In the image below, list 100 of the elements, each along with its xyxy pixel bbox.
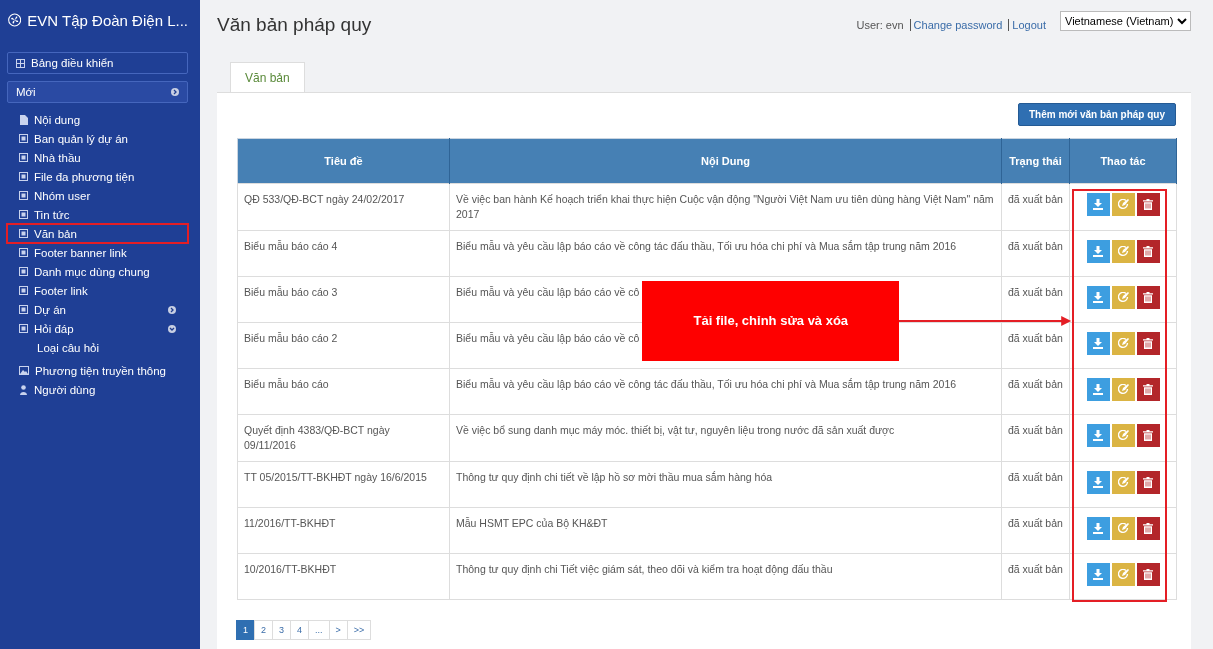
table-cell: Biểu mẫu báo cáo (237, 368, 450, 415)
sidebar-item[interactable]: Tin tức (7, 205, 188, 224)
square-icon (19, 286, 28, 295)
status-cell: đã xuất bản (1001, 230, 1070, 277)
delete-button[interactable] (1136, 471, 1160, 494)
page-link[interactable]: ... (308, 620, 330, 640)
person-icon (19, 384, 28, 395)
add-document-button[interactable]: Thêm mới văn bản pháp quy (1018, 103, 1176, 126)
trash-icon (1143, 384, 1153, 395)
edit-icon (1117, 384, 1129, 395)
square-icon (19, 191, 28, 200)
download-icon (1093, 338, 1103, 349)
column-header: Thao tác (1069, 138, 1177, 184)
edit-icon (1117, 338, 1129, 349)
sidebar-item[interactable]: Dự án (7, 300, 188, 319)
trash-icon (1143, 199, 1153, 210)
grid-icon (16, 58, 25, 68)
delete-button[interactable] (1136, 240, 1160, 263)
edit-icon (1117, 246, 1129, 257)
tab[interactable]: Văn bản (230, 62, 305, 93)
edit-icon (1117, 569, 1129, 580)
sidebar-item[interactable]: Văn bản (7, 224, 188, 243)
trash-icon (1143, 569, 1153, 580)
square-icon (19, 172, 28, 181)
edit-icon (1117, 477, 1129, 488)
delete-button[interactable] (1136, 517, 1160, 540)
edit-icon (1117, 430, 1129, 441)
square-icon (19, 229, 28, 238)
table-cell: Thông tư quy định chi Tiết việc giám sát, theo dõi và kiểm tra hoạt động đấu thầu (449, 553, 1002, 600)
status-cell: đã xuất bản (1001, 183, 1070, 231)
square-icon (19, 305, 28, 314)
logo-icon (8, 10, 22, 30)
square-icon (19, 153, 28, 162)
sidebar-subitem[interactable]: Loại câu hỏi (7, 338, 188, 357)
download-icon (1093, 384, 1103, 395)
status-cell: đã xuất bản (1001, 414, 1070, 462)
delete-button[interactable] (1136, 286, 1160, 309)
document-icon (19, 114, 28, 125)
square-icon (19, 267, 28, 276)
status-cell: đã xuất bản (1001, 507, 1070, 554)
sidebar-item[interactable]: Nội dung (7, 110, 188, 129)
square-icon (19, 134, 28, 143)
sidebar-item[interactable]: Footer banner link (7, 243, 188, 262)
header-link[interactable]: Logout (1008, 19, 1046, 31)
sidebar-item[interactable]: Footer link (7, 281, 188, 300)
table-cell: TT 05/2015/TT-BKHĐT ngày 16/6/2015 (237, 461, 450, 508)
table-cell: Biểu mẫu báo cáo 4 (237, 230, 450, 277)
status-cell: đã xuất bản (1001, 368, 1070, 415)
download-button[interactable] (1086, 471, 1110, 494)
delete-button[interactable] (1136, 378, 1160, 401)
page-link[interactable]: >> (346, 620, 372, 640)
sidebar-item[interactable]: Nhà thầu (7, 148, 188, 167)
download-button[interactable] (1086, 193, 1110, 216)
sidebar-item[interactable]: Người dùng (7, 380, 188, 399)
delete-button[interactable] (1136, 563, 1160, 586)
delete-button[interactable] (1136, 193, 1160, 216)
trash-icon (1143, 292, 1153, 303)
dashboard-button[interactable]: Bảng điều khiển (7, 52, 188, 74)
square-icon (19, 210, 28, 219)
download-button[interactable] (1086, 240, 1110, 263)
page-link[interactable]: > (328, 620, 348, 640)
delete-button[interactable] (1136, 424, 1160, 447)
table-cell: Biểu mẫu và yêu cầu lập báo cáo về công tác đấu thầu, Tối ưu hóa chi phí và Mua sắm tập trung năm 2016 (449, 230, 1002, 277)
table-cell: Về việc ban hành Kế hoạch triển khai thực hiện Cuộc vận động "Người Việt Nam ưu tiên dùng hàng Việt Nam" năm 2017 (449, 183, 1002, 231)
delete-button[interactable] (1136, 332, 1160, 355)
download-icon (1093, 246, 1103, 257)
download-button[interactable] (1086, 563, 1110, 586)
column-header: Trạng thái (1001, 138, 1070, 184)
language-select[interactable]: Vietnamese (Vietnam) (1060, 11, 1191, 31)
download-icon (1093, 430, 1103, 441)
chevron-icon (168, 324, 176, 333)
download-button[interactable] (1086, 286, 1110, 309)
table-cell: 10/2016/TT-BKHĐT (237, 553, 450, 600)
download-button[interactable] (1086, 517, 1110, 540)
image-icon (19, 366, 29, 375)
square-icon (19, 324, 28, 333)
table-cell: Mẫu HSMT EPC của Bộ KH&ĐT (449, 507, 1002, 554)
sidebar-item[interactable]: Hỏi đáp (7, 319, 188, 338)
download-button[interactable] (1086, 378, 1110, 401)
user-links: User: evn Change password Logout (856, 19, 1046, 31)
menu-button[interactable]: Mới (7, 81, 188, 103)
trash-icon (1143, 430, 1153, 441)
sidebar-item[interactable]: Phương tiện truyền thông (7, 361, 188, 380)
status-cell: đã xuất bản (1001, 553, 1070, 600)
edit-icon (1117, 292, 1129, 303)
page-title: Văn bản pháp quy (217, 14, 373, 36)
sidebar-item[interactable]: Nhóm user (7, 186, 188, 205)
edit-icon (1117, 199, 1129, 210)
table-cell: Thông tư quy định chi tiết về lập hồ sơ mời thầu mua sắm hàng hóa (449, 461, 1002, 508)
header-link[interactable]: Change password (909, 19, 1003, 31)
sidebar-item[interactable]: Danh mục dùng chung (7, 262, 188, 281)
edit-icon (1117, 523, 1129, 534)
download-button[interactable] (1086, 424, 1110, 447)
trash-icon (1143, 477, 1153, 488)
sidebar-item[interactable]: Ban quản lý dự án (7, 129, 188, 148)
app-title: EVN Tập Đoàn Điện L... (27, 11, 188, 29)
table-cell: Quyết định 4383/QĐ-BCT ngày 09/11/2016 (237, 414, 450, 462)
sidebar-item[interactable]: File đa phương tiện (7, 167, 188, 186)
download-icon (1093, 199, 1103, 210)
download-button[interactable] (1086, 332, 1110, 355)
